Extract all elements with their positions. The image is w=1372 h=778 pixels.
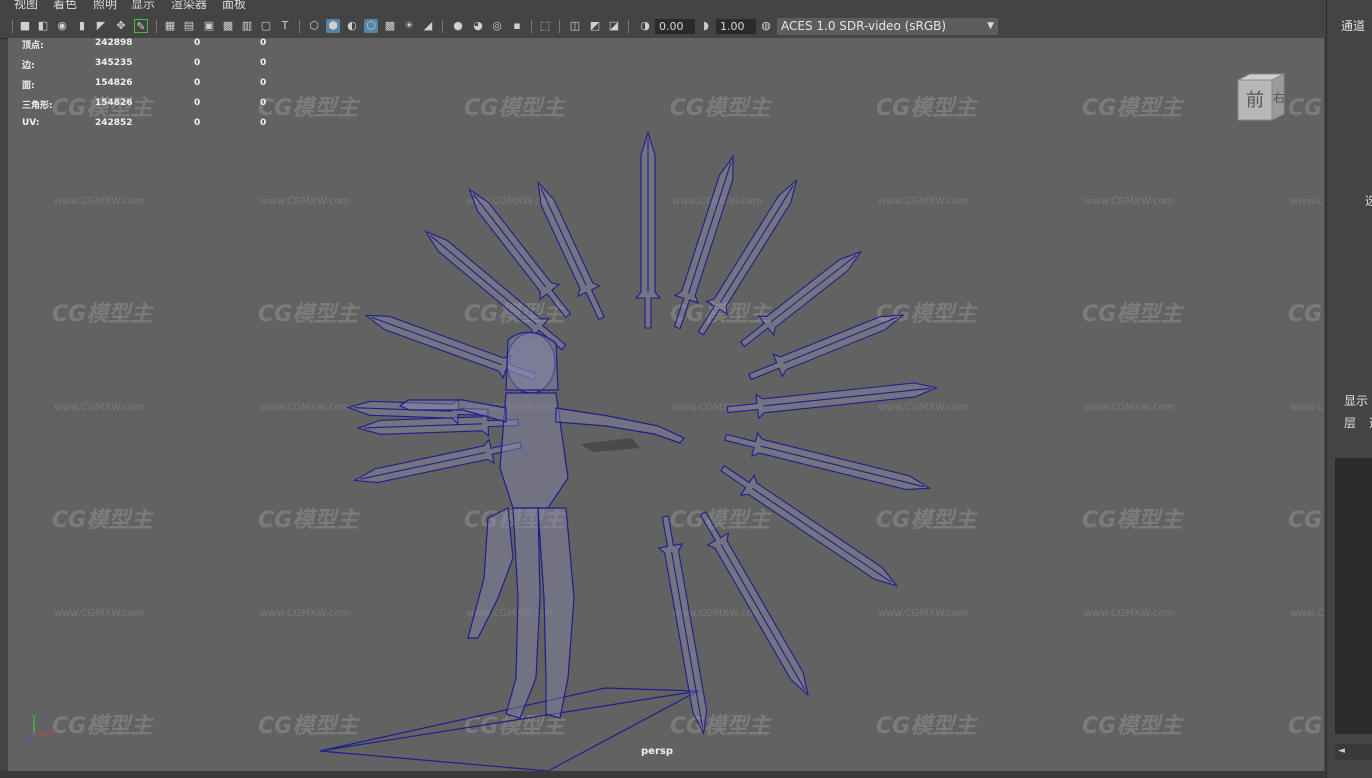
grease-pencil-icon[interactable]: ✥ <box>114 19 128 33</box>
sword-edge <box>720 544 806 691</box>
2d-pan-zoom-icon[interactable]: ◤ <box>94 19 108 33</box>
sword-edge <box>540 187 587 286</box>
panel-toolbar: ■ ◧ ◉ ▮ ◤ ✥ ✎ ▦ ▤ ▣ ▩ ▥ ▢ T ⬡ ⬢ ◐ ⬡ ▩ ☀ … <box>0 14 1326 39</box>
wireframe-scene <box>319 131 939 771</box>
axis-y-label: y <box>32 714 36 721</box>
color-management-icon[interactable]: ◍ <box>759 19 773 33</box>
sword-edge <box>360 451 486 480</box>
sword-mesh <box>352 438 523 484</box>
grid-icon[interactable]: ▦ <box>163 19 177 33</box>
sword-edge <box>752 488 893 583</box>
character-mesh <box>398 331 685 719</box>
chevron-down-icon: ▼ <box>987 21 994 31</box>
shadows-icon[interactable]: ◢ <box>421 19 435 33</box>
field-chart-icon[interactable]: ▥ <box>240 19 254 33</box>
toolbar-separator <box>299 20 300 33</box>
sword-ring <box>346 131 939 735</box>
bookmark-icon[interactable]: ◉ <box>55 19 69 33</box>
viewcube-front: 前 <box>1246 90 1264 111</box>
pencil-icon[interactable]: ✎ <box>134 19 148 33</box>
depth-of-field-icon[interactable]: ▪ <box>510 19 524 33</box>
isolate-select-icon[interactable]: ⬚ <box>538 19 552 33</box>
menu-panels[interactable]: 面板 <box>222 0 246 10</box>
safe-title-icon[interactable]: T <box>278 19 292 33</box>
axis-gizmo-icon: y x z <box>24 714 53 744</box>
toolbar-separator <box>442 20 443 33</box>
toolbar-separator <box>531 20 532 33</box>
gamma-icon[interactable]: ◗ <box>699 19 713 33</box>
color-space-value: ACES 1.0 SDR-video (sRGB) <box>781 19 947 33</box>
sword-mesh <box>657 515 708 735</box>
menu-renderer[interactable]: 渲染器 <box>171 0 207 10</box>
resolution-gate-icon[interactable]: ▣ <box>202 19 216 33</box>
tab-display[interactable]: 显示 <box>1344 392 1368 409</box>
sword-edge <box>371 316 502 366</box>
textured-icon[interactable]: ▩ <box>383 19 397 33</box>
wireframe-on-shaded-icon[interactable]: ⬡ <box>364 19 378 33</box>
sword-edge <box>671 551 704 728</box>
exposure-field[interactable]: 0.00 <box>655 19 695 34</box>
toolbar-separator <box>12 20 13 33</box>
viewcube-right: 右 <box>1273 90 1285 105</box>
sword-edge <box>719 185 794 303</box>
shaded-icon[interactable]: ◐ <box>345 19 359 33</box>
channel-box-panel: 通道 选 显示 层 选 ◄ <box>1326 0 1372 778</box>
toolbar-separator <box>628 20 629 33</box>
sword-edge <box>760 445 924 488</box>
camera-select-icon[interactable]: ■ <box>18 19 32 33</box>
backface-icon[interactable]: ◪ <box>607 19 621 33</box>
menu-lighting[interactable]: 照明 <box>93 0 117 10</box>
xray-joints-icon[interactable]: ◩ <box>588 19 602 33</box>
toolbar-separator <box>156 20 157 33</box>
xray-icon[interactable]: ◫ <box>568 19 582 33</box>
camera-attributes-icon[interactable]: ◧ <box>36 19 50 33</box>
anti-aliasing-icon[interactable]: ◎ <box>490 19 504 33</box>
safe-action-icon[interactable]: ▢ <box>259 19 273 33</box>
sword-mesh <box>726 382 939 420</box>
sword-edge <box>783 316 898 364</box>
layer-list[interactable] <box>1335 458 1372 734</box>
exposure-icon[interactable]: ◑ <box>638 19 652 33</box>
sword-edge <box>770 255 857 323</box>
lights-icon[interactable]: ☀ <box>402 19 416 33</box>
gamma-field[interactable]: 1.00 <box>716 19 756 34</box>
menu-view[interactable]: 视图 <box>14 0 38 10</box>
character-hair <box>505 331 559 391</box>
character-arm-right <box>555 407 685 444</box>
shadow-patch <box>580 438 640 452</box>
bottom-strip <box>0 771 1326 778</box>
tab-channels[interactable]: 通道 <box>1341 17 1365 34</box>
smooth-shade-icon[interactable]: ⬢ <box>326 19 340 33</box>
axis-x-label: x <box>49 730 53 738</box>
sword-edge <box>687 162 732 294</box>
menu-shading[interactable]: 着色 <box>53 0 77 10</box>
screen-space-ao-icon[interactable]: ● <box>451 19 465 33</box>
wireframe-icon[interactable]: ⬡ <box>307 19 321 33</box>
viewcube-icon[interactable]: 前 右 <box>1232 70 1288 126</box>
menu-show[interactable]: 显示 <box>131 0 155 10</box>
character-sword-held <box>467 507 514 639</box>
viewport-3d[interactable]: CG模型主CG模型主CG模型主CG模型主CG模型主CG模型主CG模型主CG模型主… <box>8 38 1324 771</box>
gate-mask-icon[interactable]: ▩ <box>221 19 235 33</box>
horizontal-scrollbar[interactable]: ◄ <box>1335 744 1372 760</box>
layer-label[interactable]: 层 <box>1344 414 1356 431</box>
channels-side-text: 选 <box>1365 194 1372 208</box>
film-gate-icon[interactable]: ▤ <box>182 19 196 33</box>
motion-blur-icon[interactable]: ◕ <box>471 19 485 33</box>
image-plane-icon[interactable]: ▮ <box>75 19 89 33</box>
menu-bar: 视图 着色 照明 显示 渲染器 面板 <box>0 0 1326 14</box>
axis-z-label: z <box>24 737 28 744</box>
camera-name-label: persp <box>641 746 673 757</box>
character-leg-right <box>537 507 575 719</box>
color-space-dropdown[interactable]: ACES 1.0 SDR-video (sRGB) ▼ <box>777 18 998 35</box>
toolbar-separator <box>559 20 560 33</box>
scroll-left-icon[interactable]: ◄ <box>1338 746 1345 756</box>
